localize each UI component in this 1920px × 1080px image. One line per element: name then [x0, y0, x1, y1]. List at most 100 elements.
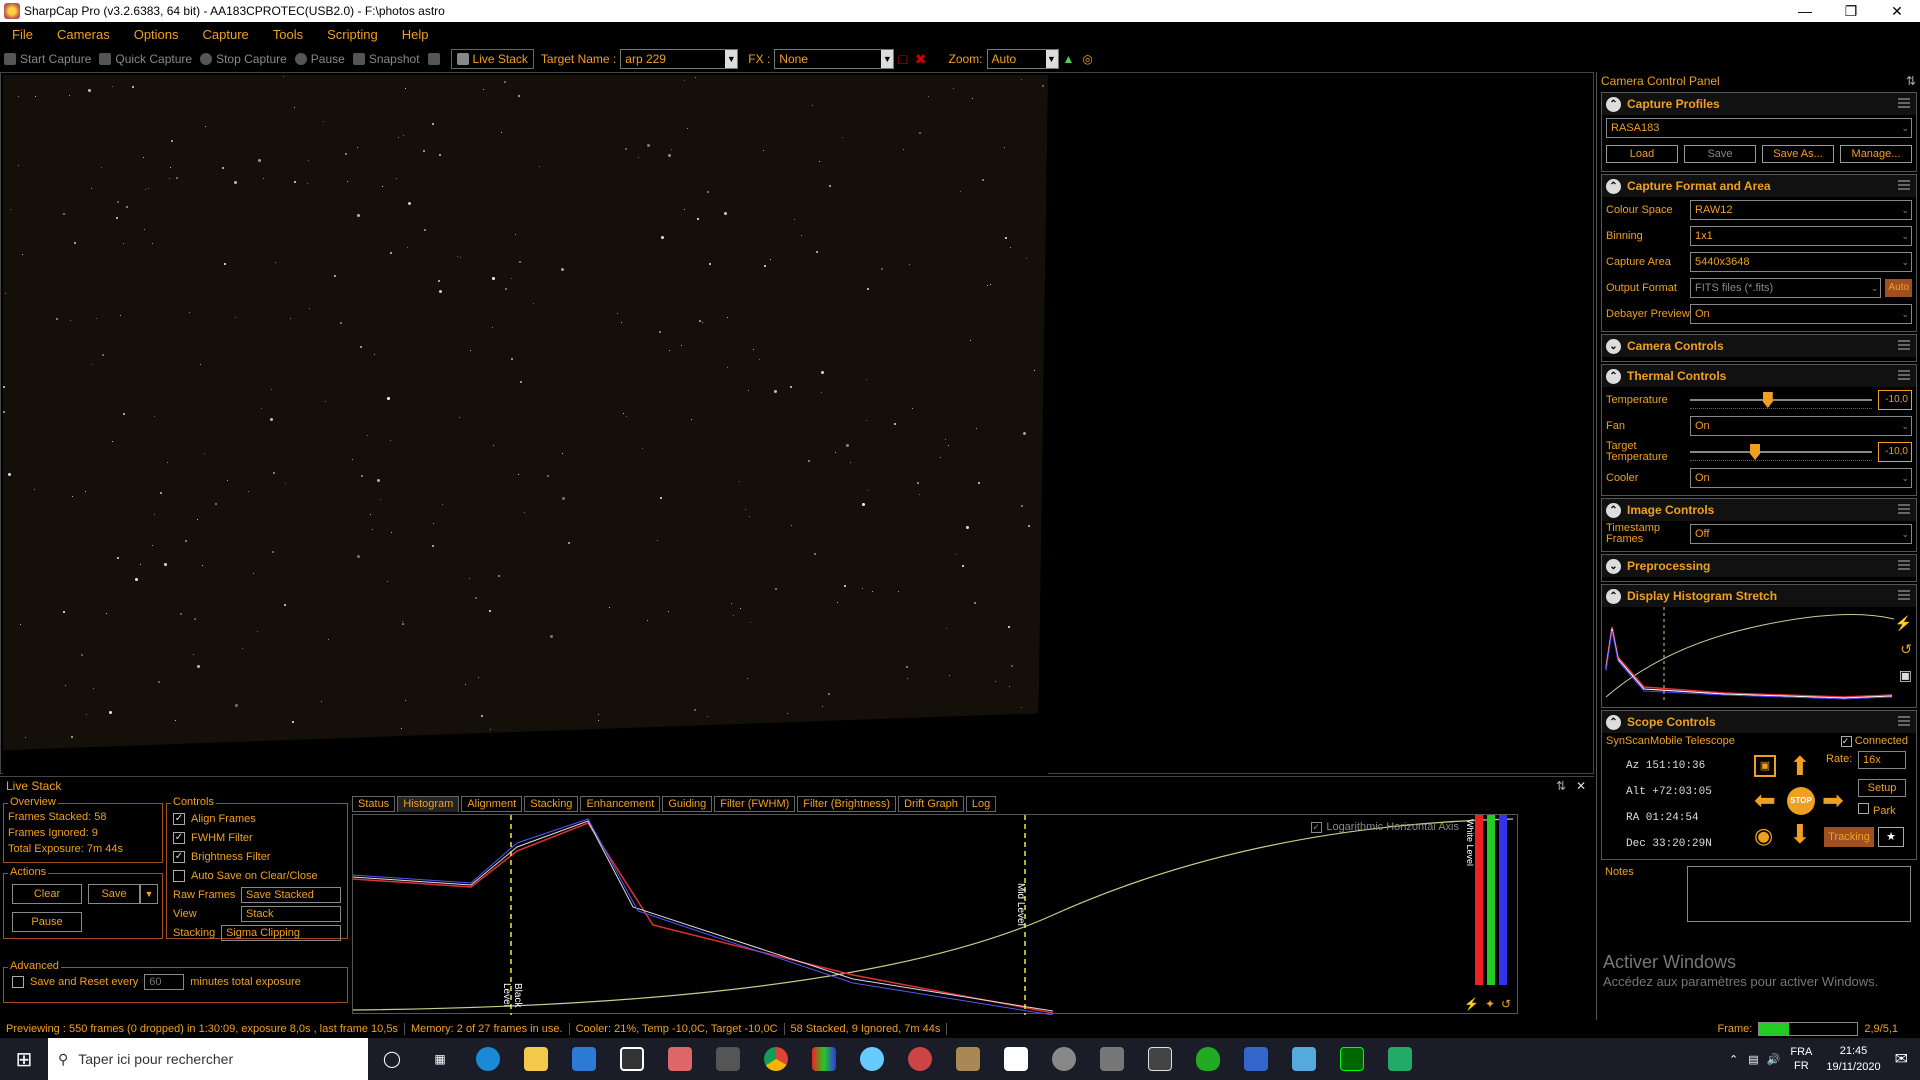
snapshot-button[interactable]: Snapshot [349, 52, 424, 66]
output-format-select[interactable]: FITS files (*.fits) ⌄ [1690, 278, 1882, 298]
zoom-select[interactable]: Auto ▼ [986, 49, 1059, 69]
pin-icon[interactable]: ⇅ [1906, 72, 1916, 90]
save-icon[interactable]: ▣ [1899, 667, 1912, 684]
app-icon-7[interactable] [992, 1038, 1040, 1080]
menu-icon[interactable] [1898, 504, 1910, 514]
target-temperature-value[interactable]: -10,0 [1878, 442, 1912, 462]
collapse-icon[interactable]: ⌃ [1606, 368, 1621, 384]
arrow-down-icon[interactable]: ⬇ [1789, 819, 1811, 850]
app-icon-2[interactable] [656, 1038, 704, 1080]
brightness-filter-checkbox[interactable]: ✓ Brightness Filter [173, 847, 341, 866]
minutes-input[interactable]: 60 [144, 973, 185, 990]
arrow-right-icon[interactable]: ➡ [1822, 785, 1844, 816]
app-icon-1[interactable] [608, 1038, 656, 1080]
load-button[interactable]: Load [1606, 145, 1678, 163]
collapse-icon[interactable]: ⌃ [1606, 178, 1621, 194]
language-indicator[interactable]: FRA FR [1790, 1045, 1812, 1073]
stop-button[interactable]: STOP [1787, 787, 1815, 815]
green-level-bar[interactable] [1487, 815, 1495, 985]
fan-select[interactable]: On ⌄ [1690, 416, 1912, 436]
tab-guiding[interactable]: Guiding [662, 796, 713, 812]
align-frames-checkbox[interactable]: ✓ Align Frames [173, 809, 341, 828]
task-view-icon[interactable]: ▦ [416, 1038, 464, 1080]
close-icon[interactable]: ✕ [1874, 0, 1920, 22]
section-header[interactable]: ⌃ Display Histogram Stretch [1602, 585, 1916, 607]
black-level-label[interactable]: Black Level [501, 983, 523, 1013]
expand-icon[interactable]: ⌄ [1606, 558, 1621, 574]
capture-area-select[interactable]: 5440x3648 ⌄ [1690, 252, 1912, 272]
app-icon-6[interactable] [944, 1038, 992, 1080]
menu-icon[interactable] [1898, 98, 1910, 108]
stack-histogram[interactable]: Black Level Mid Level ✓ Logarithmic Horiz… [352, 814, 1518, 1015]
app-icon-3[interactable] [800, 1038, 848, 1080]
app-icon-11[interactable] [1184, 1038, 1232, 1080]
pause-button[interactable]: Pause [291, 52, 349, 66]
save-dropdown-icon[interactable]: ▼ [140, 884, 158, 904]
reticle-icon[interactable]: ◎ [1078, 52, 1096, 66]
chrome-icon[interactable] [752, 1038, 800, 1080]
minimize-icon[interactable]: — [1782, 0, 1828, 22]
temperature-slider[interactable]: -10,0 [1690, 390, 1912, 410]
setup-button[interactable]: Setup [1858, 779, 1906, 797]
arrow-left-icon[interactable]: ⬅ [1754, 785, 1776, 816]
expand-icon[interactable]: ⌄ [1606, 338, 1621, 354]
target-name-input[interactable]: arp 229 ▼ [620, 49, 739, 69]
menu-icon[interactable] [1898, 340, 1910, 350]
cortana-icon[interactable]: ◯ [368, 1038, 416, 1080]
rate-select[interactable]: 16x [1858, 751, 1906, 769]
level-bars[interactable]: White Level [1465, 815, 1513, 995]
collapse-icon[interactable]: ⌃ [1606, 714, 1621, 730]
profile-select[interactable]: RASA183 ⌄ [1606, 118, 1912, 138]
collapse-icon[interactable]: ⌃ [1606, 502, 1621, 518]
binning-select[interactable]: 1x1 ⌄ [1690, 226, 1912, 246]
histogram-stretch-graph[interactable]: ⚡ ↺ ▣ [1602, 607, 1916, 703]
collapse-icon[interactable]: ⌃ [1606, 588, 1621, 604]
mail-icon[interactable] [560, 1038, 608, 1080]
collapse-icon[interactable]: ⌃ [1606, 96, 1621, 112]
explorer-icon[interactable] [512, 1038, 560, 1080]
menu-cameras[interactable]: Cameras [45, 27, 122, 42]
menu-file[interactable]: File [0, 27, 45, 42]
clock[interactable]: 21:45 19/11/2020 [1826, 1043, 1880, 1075]
stop-capture-button[interactable]: Stop Capture [196, 52, 291, 66]
park-checkbox[interactable]: Park [1858, 803, 1896, 817]
manage-button[interactable]: Manage... [1840, 145, 1912, 163]
lightning-icon[interactable]: ⚡ [1895, 615, 1912, 632]
goto-icon[interactable]: ▣ [1754, 755, 1776, 777]
star-icon[interactable]: ★ [1878, 827, 1904, 847]
reset-icon[interactable]: ↺ [1900, 641, 1912, 658]
red-level-bar[interactable] [1475, 815, 1483, 985]
pause-stack-button[interactable]: Pause [12, 912, 82, 932]
tab-filter-fwhm[interactable]: Filter (FWHM) [714, 796, 796, 812]
tab-filter-brightness[interactable]: Filter (Brightness) [797, 796, 897, 812]
save-profile-button[interactable]: Save [1684, 145, 1756, 163]
network-icon[interactable]: ▤ [1748, 1053, 1758, 1066]
app-icon-8[interactable] [1040, 1038, 1088, 1080]
sparkle-icon[interactable]: ✦ [1485, 997, 1495, 1011]
clear-button[interactable]: Clear [12, 884, 82, 904]
edge-icon[interactable] [464, 1038, 512, 1080]
crosshair-icon[interactable]: ✖ [911, 51, 931, 68]
cooler-select[interactable]: On ⌄ [1690, 468, 1912, 488]
app-icon-9[interactable] [1088, 1038, 1136, 1080]
log-axis-checkbox[interactable]: ✓ Logarithmic Horizontal Axis [1311, 821, 1459, 833]
app-icon-4[interactable] [848, 1038, 896, 1080]
tracking-button[interactable]: Tracking [1824, 827, 1874, 847]
save-stack-button[interactable]: Save [88, 884, 140, 904]
app-icon-12[interactable] [1232, 1038, 1280, 1080]
settings-icon[interactable] [424, 53, 448, 65]
blue-level-bar[interactable] [1499, 815, 1507, 985]
pin-icon[interactable]: ⇅ [1556, 777, 1566, 795]
fx-select[interactable]: None ▼ [774, 49, 895, 69]
colour-space-select[interactable]: RAW12 ⌄ [1690, 200, 1912, 220]
fwhm-filter-checkbox[interactable]: ✓ FWHM Filter [173, 828, 341, 847]
mid-level-label[interactable]: Mid Level [1015, 883, 1026, 926]
menu-icon[interactable] [1898, 370, 1910, 380]
tab-alignment[interactable]: Alignment [461, 796, 523, 812]
taskbar-search[interactable]: ⚲ Taper ici pour rechercher [48, 1038, 368, 1080]
section-header[interactable]: ⌃ Scope Controls [1602, 711, 1916, 733]
debayer-select[interactable]: On ⌄ [1690, 304, 1912, 324]
section-header[interactable]: ⌄ Camera Controls [1602, 335, 1916, 357]
section-header[interactable]: ⌄ Preprocessing [1602, 555, 1916, 577]
reset-icon[interactable]: ↺ [1501, 997, 1511, 1011]
